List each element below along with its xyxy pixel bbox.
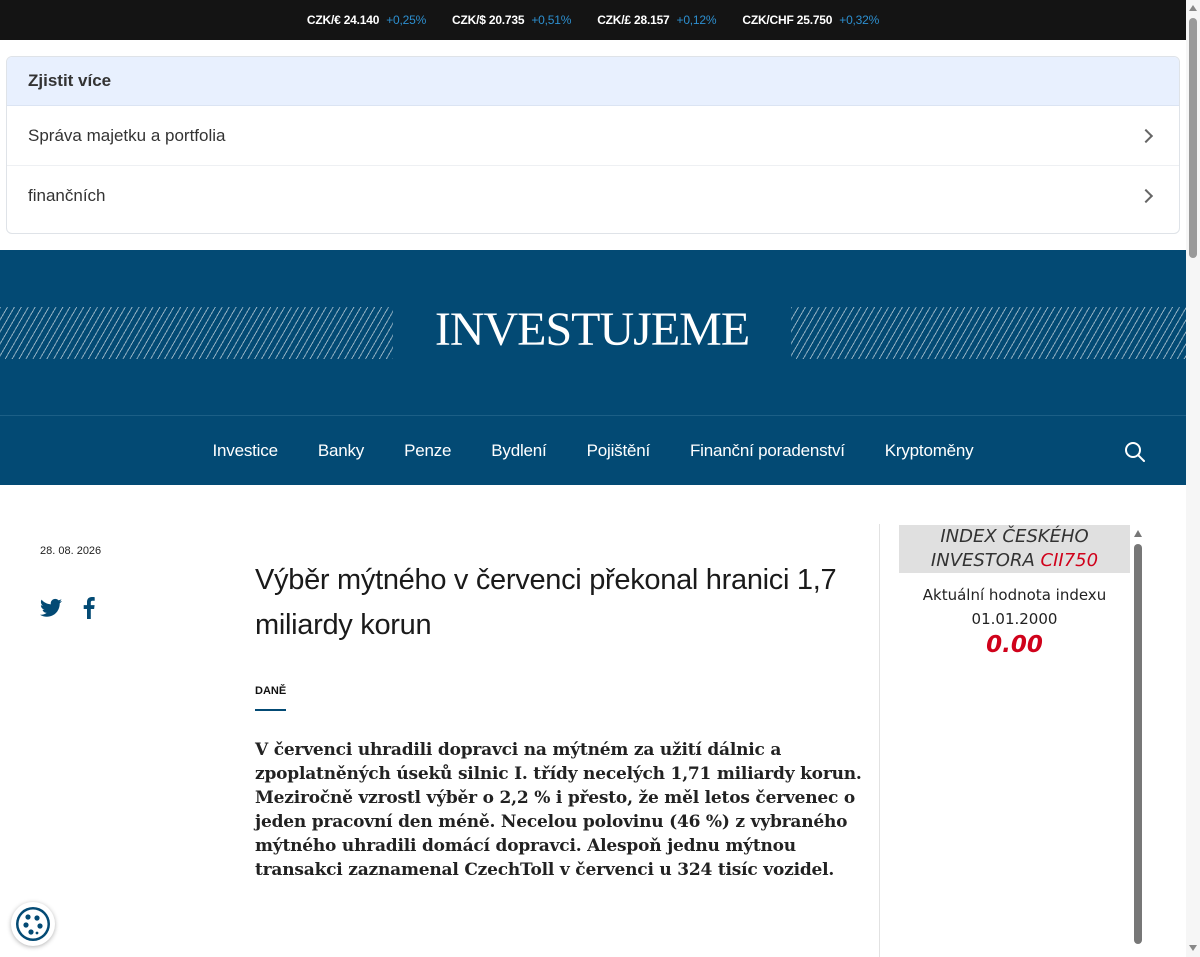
article-date: 28. 08. 2026 bbox=[40, 545, 102, 557]
ticker-item[interactable]: CZK/£ 28.157 +0,12% bbox=[597, 13, 716, 27]
ad-link-label: Správa majetku a portfolia bbox=[28, 125, 226, 145]
cookie-settings-button[interactable] bbox=[11, 902, 55, 946]
investor-index-widget: INDEX ČESKÉHO INVESTORA CII750 Aktuální … bbox=[899, 525, 1130, 659]
nav-item-banky[interactable]: Banky bbox=[318, 441, 364, 461]
index-code: CII750 bbox=[1040, 550, 1099, 571]
ad-header: Zjistit více bbox=[7, 57, 1179, 106]
index-value: 0.00 bbox=[986, 632, 1043, 658]
nav-item-kryptomeny[interactable]: Kryptoměny bbox=[885, 441, 974, 461]
search-icon[interactable] bbox=[1124, 441, 1146, 463]
ticker-pair: CZK/CHF 25.750 bbox=[742, 13, 833, 27]
nav-item-financni-poradenstvi[interactable]: Finanční poradenství bbox=[690, 441, 845, 461]
column-divider bbox=[879, 524, 880, 957]
scroll-up-arrow-icon[interactable] bbox=[1134, 530, 1142, 537]
page-scrollbar[interactable] bbox=[1186, 0, 1200, 957]
cookie-icon bbox=[16, 907, 50, 941]
decorative-stripes bbox=[791, 307, 1186, 359]
ticker-pair: CZK/$ 20.735 bbox=[452, 13, 525, 27]
ticker-item[interactable]: CZK/CHF 25.750 +0,32% bbox=[742, 13, 879, 27]
page-scroll-thumb[interactable] bbox=[1189, 18, 1197, 258]
widget-scrollbar[interactable] bbox=[1134, 530, 1142, 944]
chevron-right-icon bbox=[1138, 128, 1154, 143]
scroll-up-arrow-icon[interactable] bbox=[1189, 5, 1197, 11]
facebook-icon[interactable] bbox=[82, 597, 96, 619]
chevron-right-icon bbox=[1138, 188, 1154, 204]
article-category[interactable]: DANĚ bbox=[255, 685, 287, 711]
ad-related-searches: Zjistit více Správa majetku a portfolia … bbox=[6, 56, 1180, 234]
widget-title-line1: INDEX ČESKÉHO bbox=[940, 526, 1089, 547]
main-nav: Investice Banky Penze Bydlení Pojištění … bbox=[0, 415, 1186, 485]
widget-title-text: INVESTORA bbox=[930, 550, 1035, 571]
scroll-down-arrow-icon[interactable] bbox=[1189, 945, 1197, 951]
site-logo[interactable]: INVESTUJEME bbox=[393, 302, 791, 357]
ad-link-label: finančních bbox=[28, 186, 106, 205]
ticker-item[interactable]: CZK/$ 20.735 +0,51% bbox=[452, 13, 571, 27]
nav-item-pojisteni[interactable]: Pojištění bbox=[587, 441, 651, 461]
ticker-change: +0,51% bbox=[531, 13, 572, 27]
widget-scroll-thumb[interactable] bbox=[1134, 544, 1142, 944]
ad-link-item[interactable]: finančních bbox=[7, 166, 1179, 226]
twitter-icon[interactable] bbox=[40, 598, 62, 618]
index-label: Aktuální hodnota indexu bbox=[922, 586, 1107, 604]
ad-link-item[interactable]: Správa majetku a portfolia bbox=[7, 106, 1179, 166]
site-header: INVESTUJEME bbox=[0, 250, 1186, 415]
index-date: 01.01.2000 bbox=[971, 610, 1058, 628]
currency-ticker: CZK/€ 24.140 +0,25% CZK/$ 20.735 +0,51% … bbox=[0, 0, 1186, 40]
article-perex: V červenci uhradili dopravci na mýtném z… bbox=[255, 740, 862, 880]
decorative-stripes bbox=[0, 307, 393, 359]
article-headline: Výběr mýtného v červenci překonal hranic… bbox=[255, 564, 837, 641]
nav-item-bydleni[interactable]: Bydlení bbox=[491, 441, 547, 461]
widget-title: INDEX ČESKÉHO INVESTORA CII750 bbox=[899, 525, 1130, 573]
ticker-pair: CZK/£ 28.157 bbox=[597, 13, 670, 27]
nav-item-investice[interactable]: Investice bbox=[213, 441, 278, 461]
ticker-change: +0,32% bbox=[839, 13, 880, 27]
ticker-item[interactable]: CZK/€ 24.140 +0,25% bbox=[307, 13, 426, 27]
widget-label: Aktuální hodnota indexu 01.01.2000 bbox=[899, 583, 1130, 631]
ticker-change: +0,12% bbox=[676, 13, 717, 27]
ticker-pair: CZK/€ 24.140 bbox=[306, 13, 380, 27]
ticker-change: +0,25% bbox=[386, 13, 427, 27]
widget-title-line2: INVESTORA CII750 bbox=[903, 549, 1126, 573]
nav-item-penze[interactable]: Penze bbox=[404, 441, 451, 461]
